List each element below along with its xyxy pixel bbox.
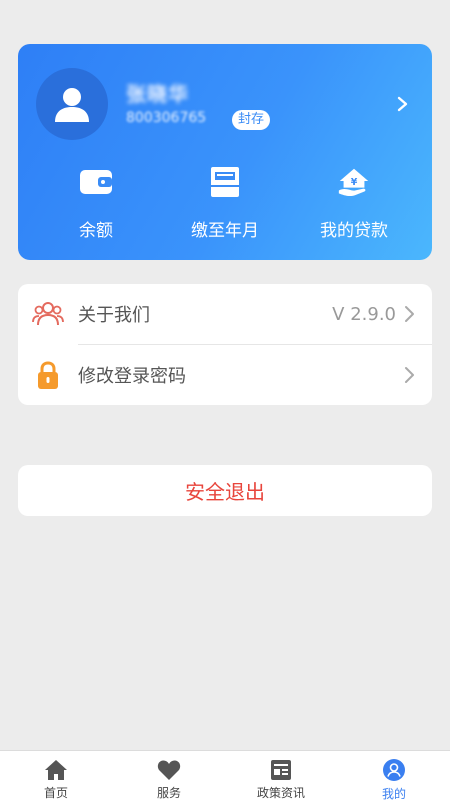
house-loan-icon: ¥ (338, 168, 369, 197)
heart-icon (157, 759, 181, 780)
quick-action-label: 缴至年月 (191, 221, 259, 241)
user-avatar-icon (55, 88, 89, 122)
menu-item-label: 关于我们 (78, 305, 150, 326)
tab-label: 政策资讯 (256, 786, 305, 800)
tab-home[interactable]: 首页 (0, 751, 112, 800)
chevron-right-icon[interactable] (396, 96, 410, 112)
menu-item-label: 修改登录密码 (78, 366, 186, 387)
profile-icon (383, 759, 405, 781)
users-icon (32, 302, 64, 326)
quick-action-balance[interactable]: 余额 (27, 164, 165, 244)
svg-text:¥: ¥ (351, 177, 358, 188)
status-badge: 封存 (232, 110, 271, 130)
lock-icon (38, 361, 58, 389)
tab-services[interactable]: 服务 (113, 751, 225, 800)
quick-action-label: 我的贷款 (320, 221, 388, 241)
quick-action-paid-until[interactable]: 缴至年月 (156, 164, 294, 244)
quick-action-label: 余额 (79, 221, 113, 241)
chevron-right-icon (405, 306, 414, 322)
chevron-right-icon (405, 367, 414, 383)
menu-item-about-us[interactable]: 关于我们 V 2.9.0 (18, 284, 432, 344)
bottom-tab-bar: 首页 服务 政策资讯 我的 (0, 750, 450, 800)
profile-card[interactable]: 张晓华 800306765 封存 余额 缴至年月 ¥ 我的贷款 (18, 44, 432, 260)
menu-item-change-password[interactable]: 修改登录密码 (18, 345, 432, 405)
tab-label: 我的 (381, 787, 406, 800)
tab-mine[interactable]: 我的 (338, 751, 450, 800)
logout-button[interactable]: 安全退出 (18, 465, 432, 516)
quick-action-my-loans[interactable]: ¥ 我的贷款 (285, 164, 423, 244)
user-account-id: 800306765 (126, 110, 207, 126)
tab-label: 服务 (156, 786, 181, 800)
home-icon (45, 759, 67, 780)
avatar (36, 68, 108, 140)
settings-menu: 关于我们 V 2.9.0 修改登录密码 (18, 284, 432, 405)
tab-label: 首页 (43, 786, 68, 800)
wallet-icon (80, 170, 112, 194)
printer-icon (211, 167, 239, 197)
tab-policy-news[interactable]: 政策资讯 (225, 751, 337, 800)
news-icon (271, 759, 291, 780)
app-version: V 2.9.0 (332, 303, 396, 325)
user-name: 张晓华 (126, 82, 189, 106)
